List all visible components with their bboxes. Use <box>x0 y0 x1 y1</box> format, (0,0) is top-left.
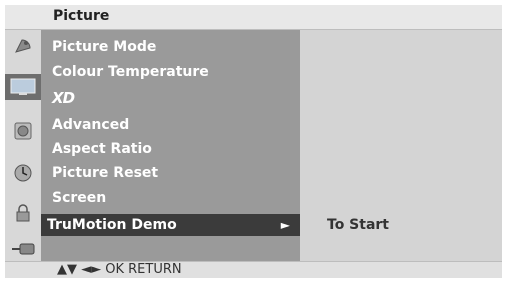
category-icon-bar <box>5 30 41 261</box>
navigation-hint: ▲▼ ◄► OK RETURN <box>57 262 182 277</box>
navigation-hint-bar: ▲▼ ◄► OK RETURN <box>5 261 502 278</box>
menu-item-xd[interactable]: XD <box>52 87 75 109</box>
menu-item-advanced[interactable]: Advanced <box>52 114 129 136</box>
menu-item-trumotion-demo[interactable]: TruMotion Demo ► <box>41 214 300 236</box>
lock-icon[interactable] <box>8 200 38 226</box>
tv-osd-menu: Picture Picture Mode Colour Temperature … <box>5 5 502 278</box>
clock-icon[interactable] <box>8 160 38 186</box>
menu-item-label: TruMotion Demo <box>47 217 177 233</box>
submenu-panel: To Start <box>300 30 502 261</box>
menu-item-picture-reset[interactable]: Picture Reset <box>52 162 158 184</box>
tv-picture-icon[interactable] <box>5 74 41 100</box>
input-icon[interactable] <box>8 236 38 262</box>
speaker-icon[interactable] <box>8 118 38 144</box>
title-bar: Picture <box>5 5 502 30</box>
menu-item-screen[interactable]: Screen <box>52 187 106 209</box>
menu-item-aspect-ratio[interactable]: Aspect Ratio <box>52 138 152 160</box>
menu-item-colour-temperature[interactable]: Colour Temperature <box>52 61 209 83</box>
menu-title: Picture <box>53 8 110 24</box>
menu-list: Picture Mode Colour Temperature XD Advan… <box>41 30 300 261</box>
submenu-arrow-icon: ► <box>280 218 290 232</box>
menu-item-picture-mode[interactable]: Picture Mode <box>52 36 156 58</box>
satellite-dish-icon[interactable] <box>8 32 38 58</box>
submenu-option-to-start[interactable]: To Start <box>327 217 389 233</box>
